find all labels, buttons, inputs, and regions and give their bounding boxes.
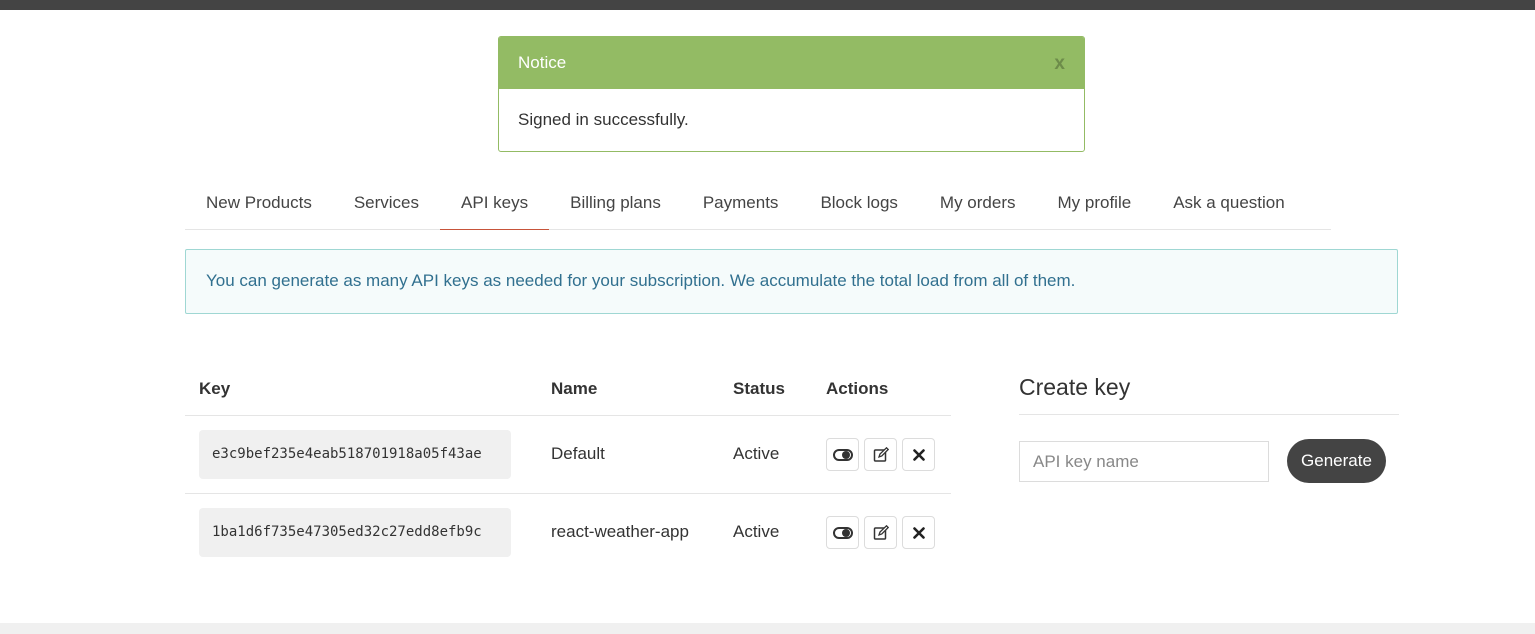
tab-payments[interactable]: Payments (682, 180, 800, 230)
tab-my-orders[interactable]: My orders (919, 180, 1037, 230)
header-actions: Actions (826, 379, 889, 398)
api-key-value[interactable]: 1ba1d6f735e47305ed32c27edd8efb9c (199, 508, 511, 557)
key-name: Default (551, 444, 605, 463)
delete-icon (912, 526, 925, 539)
tab-ask-a-question[interactable]: Ask a question (1152, 180, 1306, 230)
key-status: Active (733, 444, 780, 463)
tab-new-products[interactable]: New Products (185, 180, 333, 230)
info-alert: You can generate as many API keys as nee… (185, 249, 1398, 314)
notice-header: Notice x (499, 37, 1084, 89)
tab-api-keys[interactable]: API keys (440, 180, 550, 230)
header-name: Name (551, 379, 598, 398)
delete-button[interactable] (902, 438, 935, 471)
notice-message: Signed in successfully. (518, 110, 689, 129)
header-key: Key (199, 379, 231, 398)
footer-bar (0, 623, 1535, 634)
notice-alert: Notice x Signed in successfully. (498, 36, 1085, 152)
toggle-icon (832, 526, 853, 539)
delete-icon (912, 448, 925, 461)
tab-services[interactable]: Services (333, 180, 440, 230)
notice-title: Notice (518, 53, 567, 72)
tab-block-logs[interactable]: Block logs (799, 180, 918, 230)
api-key-value[interactable]: e3c9bef235e4eab518701918a05f43ae (199, 430, 511, 479)
create-key-title: Create key (1019, 374, 1131, 400)
key-status: Active (733, 522, 780, 541)
key-name: react-weather-app (551, 522, 689, 541)
generate-button[interactable]: Generate (1287, 439, 1386, 483)
tab-my-profile[interactable]: My profile (1037, 180, 1153, 230)
info-text: You can generate as many API keys as nee… (206, 271, 1076, 290)
edit-button[interactable] (864, 516, 897, 549)
edit-button[interactable] (864, 438, 897, 471)
toggle-button[interactable] (826, 516, 859, 549)
delete-button[interactable] (902, 516, 935, 549)
tab-billing-plans[interactable]: Billing plans (549, 180, 682, 230)
edit-icon (873, 524, 889, 540)
top-bar (0, 0, 1535, 10)
divider (1019, 414, 1399, 415)
notice-close-button[interactable]: x (1054, 54, 1065, 74)
nav-tabs: New Products Services API keys Billing p… (185, 180, 1331, 230)
header-status: Status (733, 379, 785, 398)
toggle-icon (832, 448, 853, 461)
api-key-name-input[interactable] (1019, 441, 1269, 482)
table-row: 1ba1d6f735e47305ed32c27edd8efb9c react-w… (185, 493, 951, 571)
toggle-button[interactable] (826, 438, 859, 471)
table-row: e3c9bef235e4eab518701918a05f43ae Default… (185, 415, 951, 493)
edit-icon (873, 446, 889, 462)
